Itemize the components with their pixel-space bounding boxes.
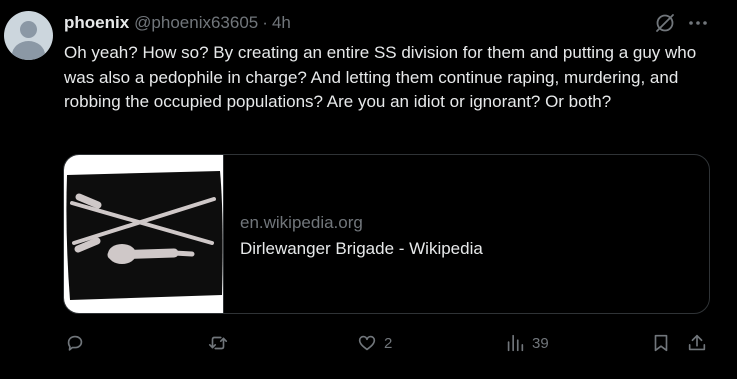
- share-button[interactable]: [686, 331, 708, 355]
- avatar-body-shape: [12, 41, 45, 60]
- post-header: phoenix @phoenix63605 · 4h: [64, 12, 291, 34]
- reply-icon: [67, 335, 83, 351]
- bookmark-button[interactable]: [650, 331, 672, 355]
- more-options-icon[interactable]: [686, 12, 710, 34]
- share-icon: [688, 334, 706, 351]
- like-count: 2: [384, 334, 393, 352]
- post-text: Oh yeah? How so? By creating an entire S…: [64, 43, 697, 111]
- repost-icon: [208, 336, 228, 350]
- bookmark-icon: [654, 334, 668, 352]
- link-card[interactable]: en.wikipedia.org Dirlewanger Brigade - W…: [63, 154, 710, 314]
- link-card-title[interactable]: Dirlewanger Brigade - Wikipedia: [240, 238, 483, 260]
- author-handle[interactable]: @phoenix63605: [134, 12, 258, 34]
- views-icon: [507, 334, 524, 352]
- avatar[interactable]: [4, 11, 53, 60]
- post: phoenix @phoenix63605 · 4h Oh yeah? How …: [0, 0, 737, 379]
- grok-icon[interactable]: [654, 12, 676, 34]
- heart-icon: [358, 335, 376, 351]
- views-count: 39: [532, 334, 549, 352]
- like-button[interactable]: 2: [356, 331, 392, 355]
- views-button[interactable]: 39: [504, 331, 549, 355]
- author-name[interactable]: phoenix: [64, 12, 129, 34]
- crossed-rifles-patch-image: [66, 171, 223, 300]
- avatar-head-shape: [20, 21, 37, 38]
- repost-button[interactable]: [207, 331, 229, 355]
- link-card-domain: en.wikipedia.org: [240, 213, 363, 232]
- post-time[interactable]: 4h: [272, 12, 291, 34]
- reply-button[interactable]: [64, 331, 86, 355]
- header-separator: ·: [262, 13, 268, 32]
- link-card-thumbnail: [64, 155, 224, 313]
